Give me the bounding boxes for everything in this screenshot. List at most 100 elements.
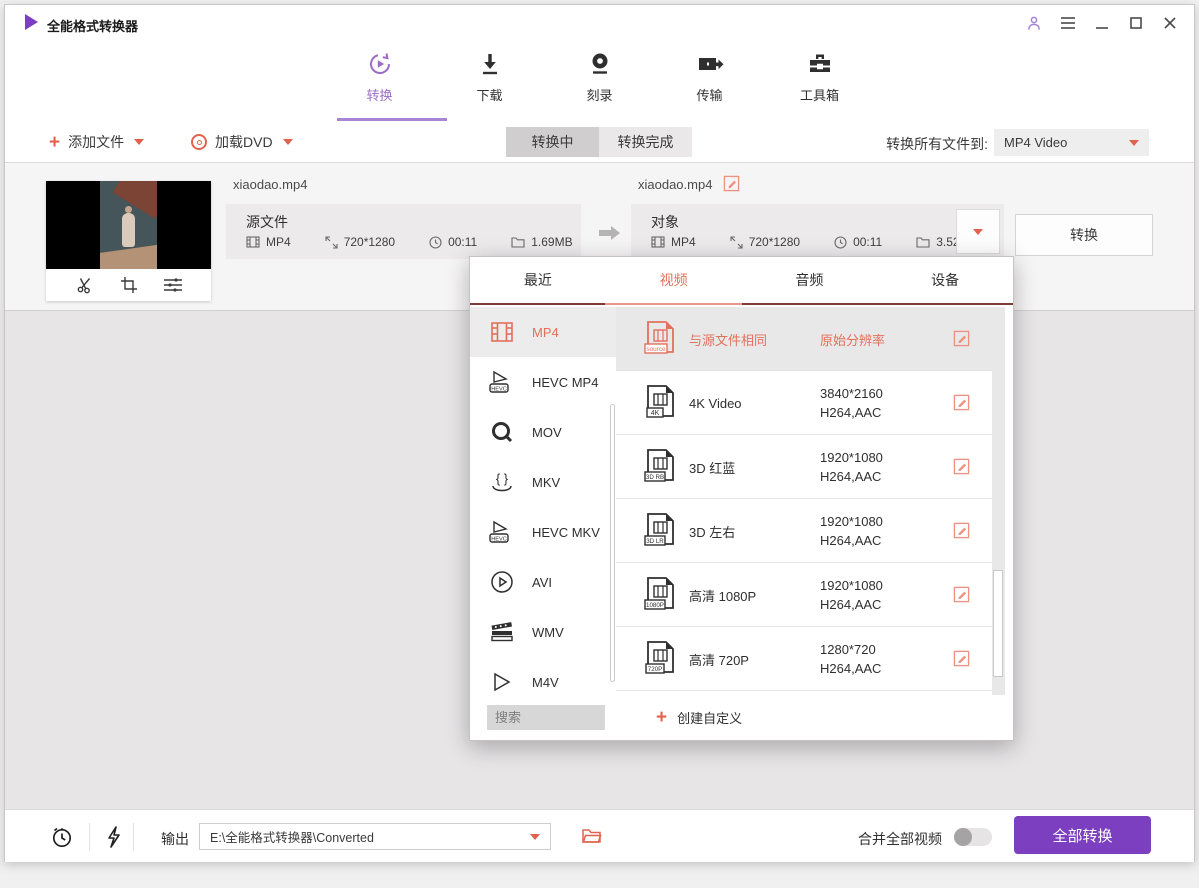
popup-tab-recent[interactable]: 最近 [470, 257, 606, 303]
open-folder-icon[interactable] [581, 827, 603, 850]
preset-4k-video[interactable]: 4K 4K Video 3840*2160H264,AAC [616, 371, 992, 435]
merge-toggle[interactable] [954, 828, 992, 846]
preset-edit-icon[interactable] [953, 458, 970, 475]
arrow-right-icon [597, 223, 621, 248]
clapperboard-icon [488, 618, 516, 646]
trim-icon[interactable] [75, 275, 95, 295]
global-format-select[interactable]: MP4 Video [994, 129, 1149, 156]
source-size: 1.69MB [531, 235, 572, 249]
convert-icon [366, 49, 394, 79]
preset-hd-1080p[interactable]: 1080P 高清 1080P 1920*1080H264,AAC [616, 563, 992, 627]
tab-converting[interactable]: 转换中 [506, 127, 599, 157]
rename-edit-icon[interactable] [723, 175, 740, 192]
format-item-mov[interactable]: MOV [470, 407, 616, 457]
source-info-box: 源文件 MP4 720*1280 00:11 1.69MB [226, 204, 581, 259]
m4v-play-icon [488, 668, 516, 696]
nav-tab-download[interactable]: 下载 [450, 41, 530, 121]
tab-finished[interactable]: 转换完成 [599, 127, 692, 157]
preset-hd-720p[interactable]: 720P 高清 720P 1280*720H264,AAC [616, 627, 992, 691]
preset-same-as-source[interactable]: source 与源文件相同 原始分辨率 [616, 307, 992, 371]
format-item-avi[interactable]: AVI [470, 557, 616, 607]
minimize-icon[interactable] [1092, 13, 1112, 33]
create-custom-button[interactable]: + 创建自定义 [656, 705, 742, 730]
preset-edit-icon[interactable] [953, 522, 970, 539]
add-file-button[interactable]: + 添加文件 [49, 121, 144, 163]
svg-text:HEVC: HEVC [491, 536, 507, 542]
output-path-select[interactable]: E:\全能格式转换器\Converted [199, 823, 551, 850]
merge-all-label: 合并全部视频 [858, 829, 942, 849]
schedule-clock-icon[interactable] [49, 824, 75, 850]
svg-text:source: source [646, 346, 666, 353]
load-dvd-button[interactable]: 加载DVD [191, 121, 293, 163]
download-icon [477, 49, 503, 79]
nav-tab-convert[interactable]: 转换 [340, 41, 420, 121]
format-picker-popup: 最近 视频 音频 设备 MP4 HEVC HEVC MP4 [469, 256, 1014, 741]
high-speed-bolt-icon[interactable] [101, 824, 127, 850]
nav-tab-burn[interactable]: 刻录 [560, 41, 640, 121]
svg-text:HEVC: HEVC [491, 386, 507, 392]
chevron-down-icon [530, 834, 540, 840]
menu-icon[interactable] [1058, 13, 1078, 33]
divider [133, 823, 134, 851]
main-nav: 转换 下载 刻录 传输 工具箱 [5, 41, 1194, 121]
clock-icon [429, 236, 442, 249]
svg-text:3D LR: 3D LR [646, 538, 664, 545]
nav-tab-transfer[interactable]: 传输 [670, 41, 750, 121]
video-thumbnail [46, 181, 211, 269]
nav-tab-toolbox[interactable]: 工具箱 [780, 41, 860, 121]
convert-all-to-label: 转换所有文件到: [886, 134, 988, 154]
plus-icon: + [656, 708, 667, 727]
popup-footer: + 创建自定义 [470, 695, 1013, 740]
hevc-play-icon: HEVC [488, 368, 516, 396]
queue-tabs: 转换中 转换完成 [506, 127, 692, 157]
account-icon[interactable] [1024, 13, 1044, 33]
search-input[interactable] [487, 705, 605, 730]
title-bar: 全能格式转换器 [5, 5, 1194, 41]
app-title: 全能格式转换器 [47, 16, 138, 35]
format-item-m4v[interactable]: M4V [470, 657, 616, 697]
sidebar-scrollbar[interactable] [610, 404, 615, 682]
preset-scrollbar-track[interactable] [992, 307, 1005, 697]
preset-edit-icon[interactable] [953, 586, 970, 603]
preset-3d-left-right[interactable]: 3D LR 3D 左右 1920*1080H264,AAC [616, 499, 992, 563]
avi-play-circle-icon [488, 568, 516, 596]
app-logo-icon [25, 14, 38, 30]
format-item-hevc-mkv[interactable]: HEVC HEVC MKV [470, 507, 616, 557]
svg-text:{ }: { } [496, 471, 509, 486]
preset-edit-icon[interactable] [953, 650, 970, 667]
preset-3d-red-blue[interactable]: 3D RB 3D 红蓝 1920*1080H264,AAC [616, 435, 992, 499]
preset-doc-icon: source [642, 320, 680, 358]
preset-doc-icon: 3D LR [642, 512, 680, 550]
format-item-hevc-mp4[interactable]: HEVC HEVC MP4 [470, 357, 616, 407]
source-duration: 00:11 [448, 235, 477, 249]
target-info-box: 对象 MP4 720*1280 00:11 3.52MB [631, 204, 1004, 259]
popup-tab-audio[interactable]: 音频 [742, 257, 878, 303]
chevron-down-icon [1129, 140, 1139, 146]
preset-edit-icon[interactable] [953, 394, 970, 411]
crop-icon[interactable] [119, 275, 139, 295]
maximize-icon[interactable] [1126, 13, 1146, 33]
svg-text:1080P: 1080P [646, 602, 664, 609]
folder-icon [511, 236, 525, 248]
preset-scrollbar-thumb[interactable] [993, 570, 1003, 677]
resolution-icon [730, 236, 743, 249]
convert-button[interactable]: 转换 [1015, 214, 1153, 256]
source-resolution: 720*1280 [344, 235, 395, 249]
popup-tab-video[interactable]: 视频 [606, 257, 742, 303]
burn-disc-icon [587, 49, 613, 79]
bottom-bar: 输出 E:\全能格式转换器\Converted 合并全部视频 全部转换 [5, 809, 1194, 862]
format-dropdown-button[interactable] [956, 209, 1000, 254]
effects-sliders-icon[interactable] [163, 275, 183, 295]
toolbar: + 添加文件 加载DVD 转换中 转换完成 转换所有文件到: MP4 Video [5, 121, 1194, 163]
format-item-wmv[interactable]: WMV [470, 607, 616, 657]
preset-doc-icon: 3D RB [642, 448, 680, 486]
close-icon[interactable] [1160, 13, 1180, 33]
convert-all-button[interactable]: 全部转换 [1014, 816, 1151, 854]
popup-tab-device[interactable]: 设备 [877, 257, 1013, 303]
format-item-mkv[interactable]: { } MKV [470, 457, 616, 507]
preset-edit-icon[interactable] [953, 330, 970, 347]
film-icon [651, 236, 665, 248]
format-item-mp4[interactable]: MP4 [470, 307, 616, 357]
nav-tab-label: 转换 [366, 85, 392, 104]
chevron-down-icon [973, 229, 983, 235]
